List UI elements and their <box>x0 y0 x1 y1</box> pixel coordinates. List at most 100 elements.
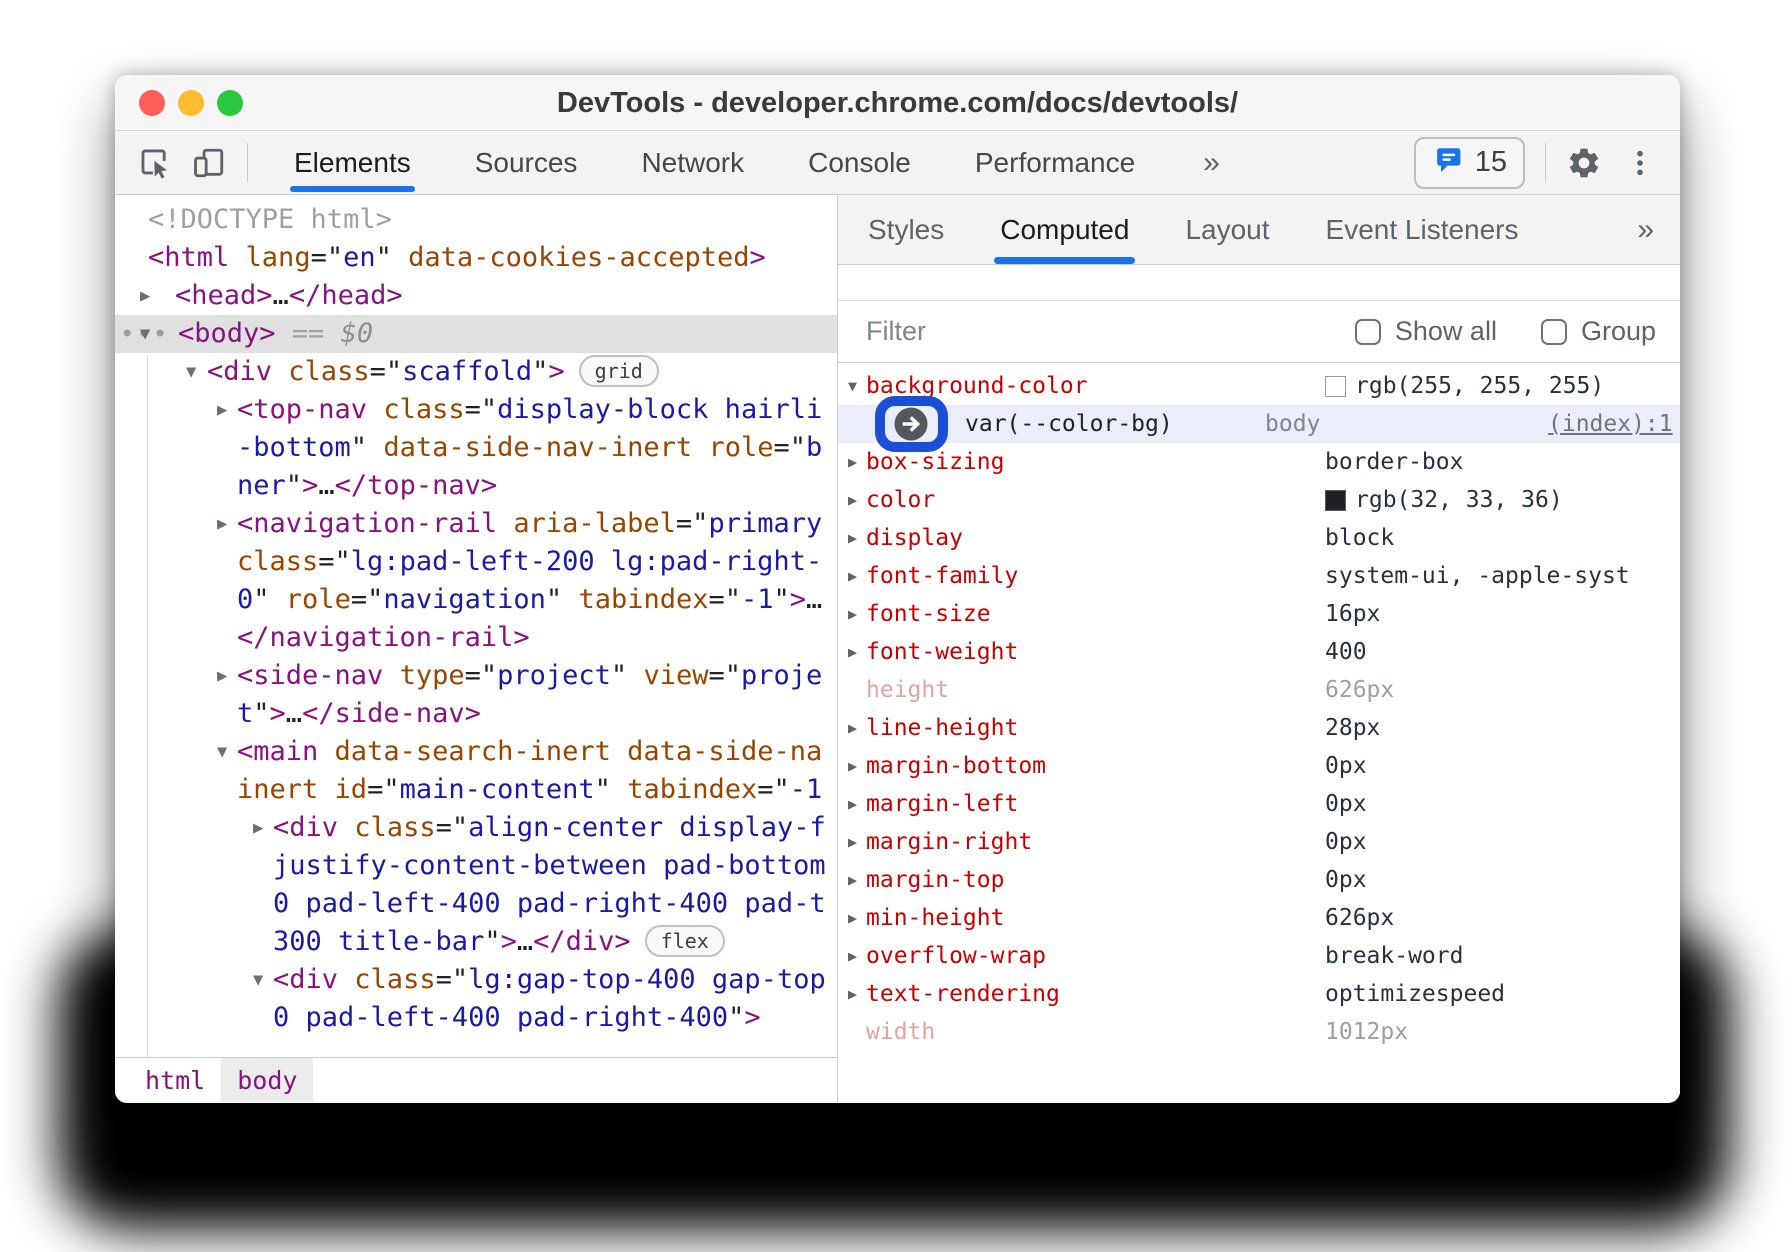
expander-closed-icon[interactable]: ▶ <box>848 633 857 671</box>
dom-tree-line[interactable]: class="lg:pad-left-200 lg:pad-right- <box>115 543 837 581</box>
dom-tree-line[interactable]: ▼<main data-search-inert data-side-na <box>115 733 837 771</box>
expander-closed-icon[interactable]: ▶ <box>848 709 857 747</box>
expander-closed-icon[interactable]: ▶ <box>848 747 857 785</box>
expander-open-icon[interactable]: ▼ <box>217 733 227 771</box>
dom-tree-line[interactable]: •••▼<body> == $0 <box>115 315 837 353</box>
dom-tree-line[interactable]: 0" role="navigation" tabindex="-1">… <box>115 581 837 619</box>
expander-open-icon[interactable]: ▼ <box>253 961 263 999</box>
more-sidebar-tabs-icon[interactable]: » <box>1637 195 1654 264</box>
dom-tree-line[interactable]: ▶<head>…</head> <box>115 277 837 315</box>
dom-tree-line[interactable]: ▶<top-nav class="display-block hairli <box>115 391 837 429</box>
computed-property-row[interactable]: ▶font-size16px <box>838 595 1680 633</box>
value-text: 28px <box>1325 709 1380 747</box>
tab-console[interactable]: Console <box>804 131 915 194</box>
goto-source-arrow-icon[interactable] <box>893 406 929 442</box>
dom-tree-line[interactable]: ▼<div class="lg:gap-top-400 gap-top <box>115 961 837 999</box>
expander-closed-icon[interactable]: ▶ <box>848 519 857 557</box>
sidebar-tab-layout[interactable]: Layout <box>1183 195 1271 264</box>
code-segment: =" <box>676 508 709 539</box>
breadcrumb-item-body[interactable]: body <box>221 1058 313 1102</box>
computed-property-row[interactable]: ▶margin-left0px <box>838 785 1680 823</box>
value-text: block <box>1325 519 1394 557</box>
dom-tree-line[interactable]: justify-content-between pad-bottom <box>115 847 837 885</box>
computed-property-row[interactable]: ▶box-sizingborder-box <box>838 443 1680 481</box>
computed-property-row[interactable]: ▶font-familysystem-ui, -apple-syst <box>838 557 1680 595</box>
sidebar-tab-styles[interactable]: Styles <box>866 195 946 264</box>
expander-closed-icon[interactable]: ▶ <box>848 595 857 633</box>
code-segment: lang <box>246 242 311 273</box>
dom-tree-line[interactable]: <html lang="en" data-cookies-accepted> <box>115 239 837 277</box>
computed-trace-row[interactable]: var(--color-bg)body(index):1 <box>838 405 1680 443</box>
expander-open-icon[interactable]: ▼ <box>140 315 150 353</box>
breadcrumb-item-html[interactable]: html <box>129 1058 221 1102</box>
color-swatch[interactable] <box>1325 490 1346 511</box>
expander-closed-icon[interactable]: ▶ <box>217 657 227 695</box>
expander-open-icon[interactable]: ▼ <box>186 353 196 391</box>
dom-tree-line[interactable]: inert id="main-content" tabindex="-1 <box>115 771 837 809</box>
computed-property-row[interactable]: ▶displayblock <box>838 519 1680 557</box>
computed-property-row[interactable]: ▶overflow-wrapbreak-word <box>838 937 1680 975</box>
more-panels-icon[interactable]: » <box>1203 131 1220 194</box>
dom-tree-line[interactable]: ▶<navigation-rail aria-label="primary <box>115 505 837 543</box>
dom-tree-line[interactable]: t">…</side-nav> <box>115 695 837 733</box>
expander-open-icon[interactable]: ▼ <box>848 367 857 405</box>
expander-closed-icon[interactable]: ▶ <box>848 443 857 481</box>
device-toolbar-icon[interactable] <box>191 145 227 181</box>
tab-sources[interactable]: Sources <box>471 131 582 194</box>
dom-tree-line[interactable]: ▶<div class="align-center display-f <box>115 809 837 847</box>
tab-network[interactable]: Network <box>637 131 748 194</box>
computed-property-row[interactable]: width1012px <box>838 1013 1680 1051</box>
show-all-checkbox[interactable] <box>1355 319 1381 345</box>
sidebar-tab-computed[interactable]: Computed <box>998 195 1131 264</box>
grid-badge[interactable]: grid <box>579 355 659 387</box>
expander-closed-icon[interactable]: ▶ <box>848 937 857 975</box>
tab-elements[interactable]: Elements <box>290 131 415 194</box>
expander-closed-icon[interactable]: ▶ <box>848 823 857 861</box>
code-segment: <!DOCTYPE html> <box>148 204 392 235</box>
expander-closed-icon[interactable]: ▶ <box>253 809 263 847</box>
computed-property-row[interactable]: ▼background-colorrgb(255, 255, 255) <box>838 367 1680 405</box>
computed-property-row[interactable]: height626px <box>838 671 1680 709</box>
panel-tabs: Elements Sources Network Console Performance <box>290 131 1195 194</box>
dom-tree-line[interactable]: 0 pad-left-400 pad-right-400"> <box>115 999 837 1037</box>
dom-tree-line[interactable]: -bottom" data-side-nav-inert role="b <box>115 429 837 467</box>
dom-tree-line[interactable]: ner">…</top-nav> <box>115 467 837 505</box>
computed-property-row[interactable]: ▶min-height626px <box>838 899 1680 937</box>
dom-tree-line[interactable]: ▶<side-nav type="project" view="proje <box>115 657 837 695</box>
sidebar-tab-event-listeners[interactable]: Event Listeners <box>1324 195 1521 264</box>
expander-closed-icon[interactable]: ▶ <box>217 391 227 429</box>
dom-tree-line[interactable]: </navigation-rail> <box>115 619 837 657</box>
expander-closed-icon[interactable]: ▶ <box>848 975 857 1013</box>
code-segment <box>383 660 399 691</box>
expander-closed-icon[interactable]: ▶ <box>217 505 227 543</box>
computed-property-row[interactable]: ▶margin-top0px <box>838 861 1680 899</box>
expander-closed-icon[interactable]: ▶ <box>140 277 150 315</box>
expander-closed-icon[interactable]: ▶ <box>848 557 857 595</box>
color-swatch[interactable] <box>1325 376 1346 397</box>
expander-closed-icon[interactable]: ▶ <box>848 861 857 899</box>
filter-input[interactable]: Filter <box>866 316 1311 347</box>
expander-closed-icon[interactable]: ▶ <box>848 481 857 519</box>
computed-property-row[interactable]: ▶text-renderingoptimizespeed <box>838 975 1680 1013</box>
dom-tree-line[interactable]: 300 title-bar">…</div>flex <box>115 923 837 961</box>
flex-badge[interactable]: flex <box>645 925 725 957</box>
group-checkbox[interactable] <box>1541 319 1567 345</box>
expander-closed-icon[interactable]: ▶ <box>848 785 857 823</box>
trace-source-link[interactable]: (index):1 <box>1548 405 1673 443</box>
value-text: 400 <box>1325 633 1367 671</box>
computed-property-row[interactable]: ▶line-height28px <box>838 709 1680 747</box>
computed-property-row[interactable]: ▶margin-bottom0px <box>838 747 1680 785</box>
property-name: font-size <box>866 595 991 633</box>
inspect-element-icon[interactable] <box>137 145 173 181</box>
kebab-menu-icon[interactable] <box>1622 145 1658 181</box>
tab-performance[interactable]: Performance <box>971 131 1139 194</box>
settings-gear-icon[interactable] <box>1566 145 1602 181</box>
computed-property-row[interactable]: ▶font-weight400 <box>838 633 1680 671</box>
dom-tree-line[interactable]: 0 pad-left-400 pad-right-400 pad-t <box>115 885 837 923</box>
dom-tree-line[interactable]: ▼<div class="scaffold">grid <box>115 353 837 391</box>
issues-counter[interactable]: 15 <box>1414 137 1525 189</box>
computed-property-row[interactable]: ▶colorrgb(32, 33, 36) <box>838 481 1680 519</box>
expander-closed-icon[interactable]: ▶ <box>848 899 857 937</box>
computed-property-row[interactable]: ▶margin-right0px <box>838 823 1680 861</box>
dom-tree-line[interactable]: <!DOCTYPE html> <box>115 201 837 239</box>
